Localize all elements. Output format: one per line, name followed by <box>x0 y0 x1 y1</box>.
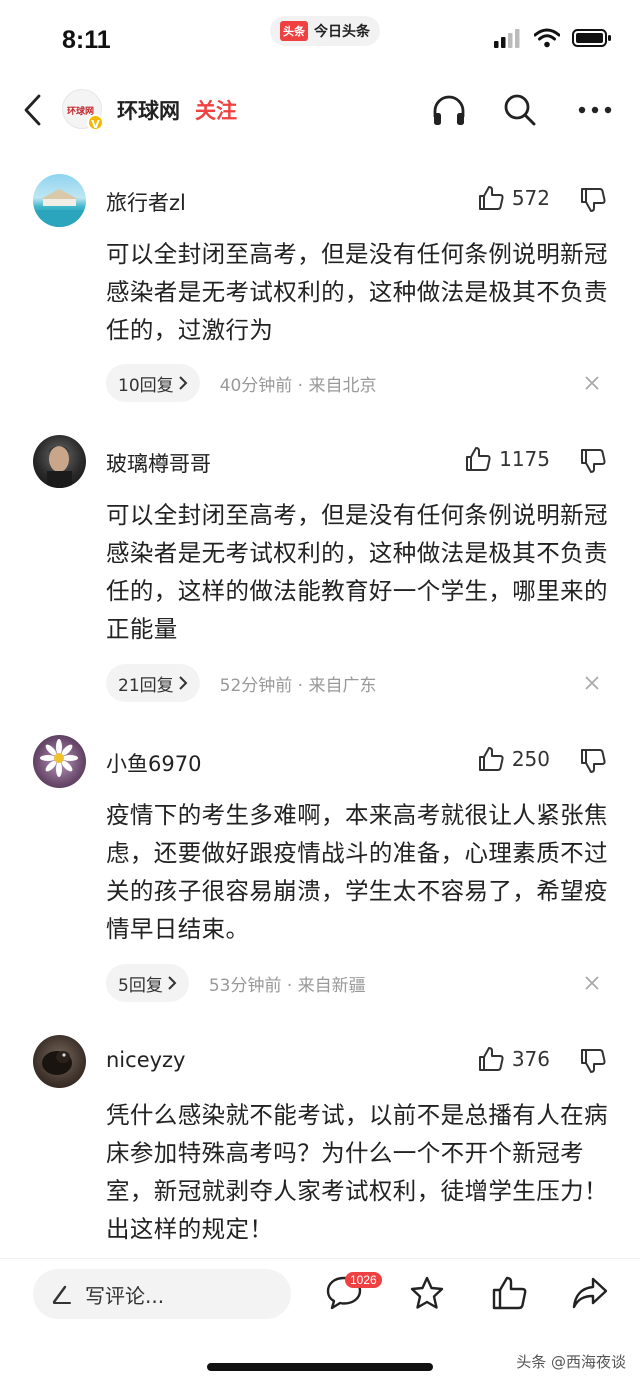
dislike-button[interactable] <box>580 748 606 778</box>
avatar[interactable] <box>33 174 86 227</box>
comment-meta: 10回复 40分钟前 · 来自北京 <box>106 364 376 402</box>
comment-time: 53分钟前 · 来自新疆 <box>208 975 366 996</box>
avatar[interactable] <box>33 1035 86 1088</box>
chevron-right-icon <box>168 976 177 990</box>
app-name: 今日头条 <box>314 24 370 40</box>
more-dots-icon <box>578 106 612 114</box>
comment-item: niceyzy 376 凭什么感染就不能考试，以前不是总播有人在病床参加特殊高考… <box>0 1035 640 1257</box>
like-button[interactable]: 1175 <box>465 446 550 472</box>
thumbs-up-icon <box>478 186 504 210</box>
cellular-signal-icon <box>494 29 520 48</box>
like-button[interactable]: 250 <box>478 746 550 772</box>
comment-item: 旅行者zl 572 可以全封闭至高考，但是没有任何条例说明新冠感染者是无考试权利… <box>0 174 640 414</box>
comment-input-placeholder: 写评论... <box>85 1283 165 1308</box>
dislike-button[interactable] <box>580 448 606 478</box>
toutiao-logo: 头条 <box>280 21 308 41</box>
source-avatar[interactable]: 环球网 V <box>62 89 104 131</box>
source-name[interactable]: 环球网 <box>117 95 180 125</box>
wifi-icon <box>534 28 560 48</box>
reply-count: 5回复 <box>118 975 163 996</box>
thumbs-down-icon <box>581 188 606 212</box>
share-arrow-icon <box>572 1277 608 1309</box>
search-icon <box>504 94 536 126</box>
comment-text: 可以全封闭至高考，但是没有任何条例说明新冠感染者是无考试权利的，这种做法是极其不… <box>106 501 608 643</box>
close-icon[interactable] <box>584 675 600 691</box>
thumbs-up-icon <box>466 447 491 471</box>
avatar-image <box>33 189 86 227</box>
listen-button[interactable] <box>431 92 467 128</box>
comment-meta: 21回复 52分钟前 · 来自广东 <box>106 664 376 702</box>
more-button[interactable] <box>577 92 613 128</box>
reply-count: 10回复 <box>118 375 174 396</box>
comment-text: 凭什么感染就不能考试，以前不是总播有人在病床参加特殊高考吗？为什么一个不开个新冠… <box>106 1101 608 1243</box>
close-icon[interactable] <box>584 975 600 991</box>
chevron-right-icon <box>178 376 188 390</box>
like-count: 250 <box>511 747 550 771</box>
status-bar: 8:11 头条 今日头条 <box>0 0 640 80</box>
replies-button[interactable]: 10回复 <box>106 364 200 402</box>
comment-item: 小鱼6970 250 疫情下的考生多难啊，本来高考就很让人紧张焦虑，还要做好跟疫… <box>0 735 640 1015</box>
thumbs-down-icon <box>581 749 606 773</box>
comment-item: 玻璃樽哥哥 1175 可以全封闭至高考，但是没有任何条例说明新冠感染者是无考试权… <box>0 435 640 715</box>
nav-bar: 环球网 V 环球网 关注 <box>0 80 640 140</box>
verified-badge: V <box>87 114 104 131</box>
avatar-image <box>40 739 78 777</box>
username[interactable]: 玻璃樽哥哥 <box>106 448 211 478</box>
reply-count: 21回复 <box>118 675 174 696</box>
headphones-icon <box>433 95 465 125</box>
thumbs-up-icon <box>478 747 504 771</box>
chevron-left-icon <box>24 94 41 126</box>
share-button[interactable] <box>570 1273 610 1313</box>
thumbs-up-icon <box>478 1047 504 1071</box>
comment-time: 40分钟前 · 来自北京 <box>219 375 377 396</box>
comment-meta: 5回复 53分钟前 · 来自新疆 <box>106 964 366 1002</box>
watermark: 头条 @西海夜谈 <box>516 1353 626 1371</box>
comment-text: 疫情下的考生多难啊，本来高考就很让人紧张焦虑，还要做好跟疫情战斗的准备，心理素质… <box>106 801 608 943</box>
comment-text: 可以全封闭至高考，但是没有任何条例说明新冠感染者是无考试权利的，这种做法是极其不… <box>106 240 608 344</box>
follow-button[interactable]: 关注 <box>195 95 237 125</box>
like-button[interactable]: 572 <box>478 185 550 211</box>
like-count: 1175 <box>499 447 550 471</box>
username[interactable]: 旅行者zl <box>106 187 186 217</box>
star-icon <box>410 1276 444 1309</box>
close-icon[interactable] <box>584 375 600 391</box>
bottom-bar: 写评论... 1026 头条 @西海夜谈 <box>0 1258 640 1385</box>
app-indicator-pill: 头条 今日头条 <box>270 16 380 46</box>
comment-input[interactable]: 写评论... <box>33 1269 291 1319</box>
chevron-right-icon <box>178 676 188 690</box>
like-count: 572 <box>511 186 550 210</box>
username[interactable]: niceyzy <box>106 1048 186 1072</box>
username[interactable]: 小鱼6970 <box>106 748 201 778</box>
avatar-image <box>42 1051 72 1075</box>
search-button[interactable] <box>502 92 538 128</box>
replies-button[interactable]: 21回复 <box>106 664 200 702</box>
avatar-image <box>47 446 72 488</box>
replies-button[interactable]: 5回复 <box>106 964 189 1002</box>
thumbs-down-icon <box>581 1049 606 1073</box>
comment-time: 52分钟前 · 来自广东 <box>219 675 377 696</box>
like-count: 376 <box>511 1047 550 1071</box>
status-icons <box>494 28 612 48</box>
dislike-button[interactable] <box>580 187 606 217</box>
status-time: 8:11 <box>62 26 111 54</box>
favorite-button[interactable] <box>407 1273 447 1313</box>
home-indicator[interactable] <box>207 1363 433 1371</box>
comment-count-badge: 1026 <box>345 1272 382 1288</box>
pen-icon <box>52 1285 71 1304</box>
thumbs-up-icon <box>492 1276 527 1310</box>
dislike-button[interactable] <box>580 1048 606 1078</box>
avatar[interactable] <box>33 435 86 488</box>
avatar[interactable] <box>33 735 86 788</box>
like-article-button[interactable] <box>489 1273 529 1313</box>
like-button[interactable]: 376 <box>478 1046 550 1072</box>
thumbs-down-icon <box>581 449 606 473</box>
battery-icon <box>572 29 611 47</box>
back-button[interactable] <box>18 92 48 128</box>
